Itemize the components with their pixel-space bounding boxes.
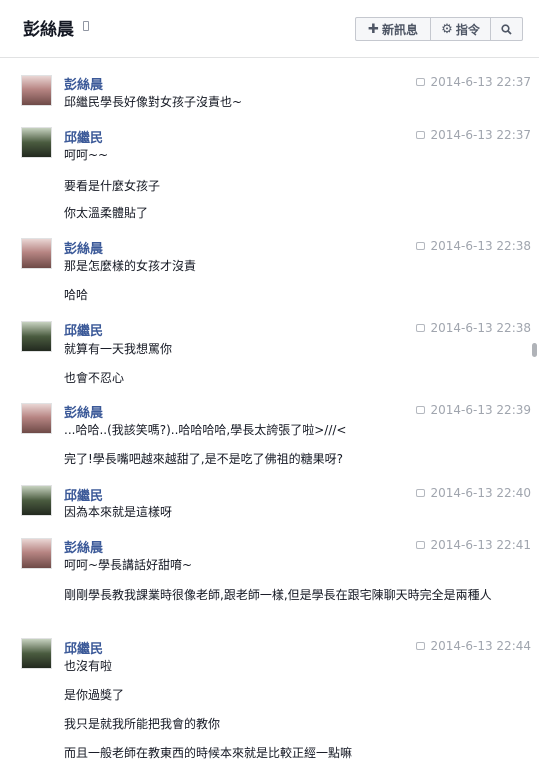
- chat-bubble-icon: [415, 489, 425, 497]
- timestamp-text: 2014-6-13 22:37: [430, 128, 532, 142]
- avatar[interactable]: [21, 638, 52, 669]
- new-message-button[interactable]: ✚ 新訊息: [356, 18, 431, 40]
- timestamp-text: 2014-6-13 22:37: [430, 75, 532, 89]
- message-text: 也會不忍心: [64, 371, 125, 385]
- conversation-title: 彭絲晨: [23, 20, 74, 40]
- message-text: 而且一般老師在教東西的時候本來就是比較正經一點嘛: [64, 746, 353, 760]
- sender-name[interactable]: 彭絲晨: [64, 74, 103, 93]
- avatar[interactable]: [21, 321, 52, 352]
- message-timestamp: 2014-6-13 22:38: [415, 239, 532, 253]
- message-text: 我只是就我所能把我會的教你: [64, 717, 221, 731]
- timestamp-text: 2014-6-13 22:44: [430, 639, 532, 653]
- chat-bubble-icon: [415, 324, 425, 332]
- message-text: 完了!學長嘴吧越來越甜了,是不是吃了佛祖的糖果呀?: [64, 452, 343, 466]
- chat-bubble-icon: [415, 541, 425, 549]
- gear-icon: ⚙: [441, 21, 453, 37]
- avatar[interactable]: [21, 75, 52, 106]
- message-text: 也沒有啦: [64, 659, 113, 673]
- sender-name[interactable]: 邱繼民: [64, 485, 103, 504]
- chat-bubble-icon: [415, 78, 425, 86]
- sender-name[interactable]: 邱繼民: [64, 320, 103, 339]
- message-timestamp: 2014-6-13 22:41: [415, 538, 532, 552]
- chat-bubble-icon: [415, 406, 425, 414]
- message-text: 呵呵~學長講話好甜唷~: [64, 558, 193, 572]
- message-text: 你太溫柔體貼了: [64, 206, 149, 220]
- message-timeline[interactable]: 彭絲晨 2014-6-13 22:37 邱繼民學長好像對女孩子沒責也~ 邱繼民 …: [0, 58, 539, 775]
- avatar[interactable]: [21, 485, 52, 516]
- message-text: 就算有一天我想罵你: [64, 342, 173, 356]
- plus-icon: ✚: [368, 21, 379, 37]
- message-text: 邱繼民學長好像對女孩子沒責也~: [64, 95, 243, 109]
- timestamp-text: 2014-6-13 22:41: [430, 538, 532, 552]
- message-timestamp: 2014-6-13 22:44: [415, 639, 532, 653]
- conversation-header: 彭絲晨 ✚ 新訊息 ⚙ 指令: [0, 0, 539, 58]
- message-timestamp: 2014-6-13 22:37: [415, 128, 532, 142]
- chat-bubble-icon: [415, 131, 425, 139]
- message-text: 呵呵~~: [64, 148, 109, 162]
- message-timestamp: 2014-6-13 22:38: [415, 321, 532, 335]
- sender-name[interactable]: 彭絲晨: [64, 402, 103, 421]
- scrollbar-thumb[interactable]: [532, 343, 537, 357]
- message-text: 剛剛學長教我課業時很像老師,跟老師一樣,但是學長在跟宅陳聊天時完全是兩種人: [64, 588, 492, 602]
- message-timestamp: 2014-6-13 22:40: [415, 486, 532, 500]
- chat-bubble-icon: [415, 642, 425, 650]
- avatar[interactable]: [21, 538, 52, 569]
- chat-bubble-icon: [415, 242, 425, 250]
- new-message-label: 新訊息: [381, 22, 418, 37]
- timestamp-text: 2014-6-13 22:40: [430, 486, 532, 500]
- header-button-group: ✚ 新訊息 ⚙ 指令: [355, 17, 523, 41]
- mobile-phone-icon: [83, 21, 89, 31]
- message-timestamp: 2014-6-13 22:37: [415, 75, 532, 89]
- actions-label: 指令: [455, 22, 480, 37]
- message-text: 因為本來就是這樣呀: [64, 505, 173, 519]
- sender-name[interactable]: 彭絲晨: [64, 238, 103, 257]
- search-icon: [501, 23, 512, 35]
- sender-name[interactable]: 彭絲晨: [64, 537, 103, 556]
- message-text: 要看是什麼女孩子: [64, 179, 161, 193]
- sender-name[interactable]: 邱繼民: [64, 127, 103, 146]
- avatar[interactable]: [21, 238, 52, 269]
- avatar[interactable]: [21, 403, 52, 434]
- timestamp-text: 2014-6-13 22:38: [430, 321, 532, 335]
- actions-button[interactable]: ⚙ 指令: [431, 18, 491, 40]
- avatar[interactable]: [21, 127, 52, 158]
- message-text: ...哈哈..(我該笑嗎?)..哈哈哈哈,學長太誇張了啦>///<: [64, 423, 347, 437]
- timestamp-text: 2014-6-13 22:39: [430, 403, 532, 417]
- timestamp-text: 2014-6-13 22:38: [430, 239, 532, 253]
- search-button[interactable]: [491, 18, 522, 40]
- sender-name[interactable]: 邱繼民: [64, 638, 103, 657]
- message-timestamp: 2014-6-13 22:39: [415, 403, 532, 417]
- message-text: 那是怎麼樣的女孩才沒責: [64, 259, 197, 273]
- message-text: 哈哈: [64, 288, 89, 302]
- message-text: 是你過獎了: [64, 688, 125, 702]
